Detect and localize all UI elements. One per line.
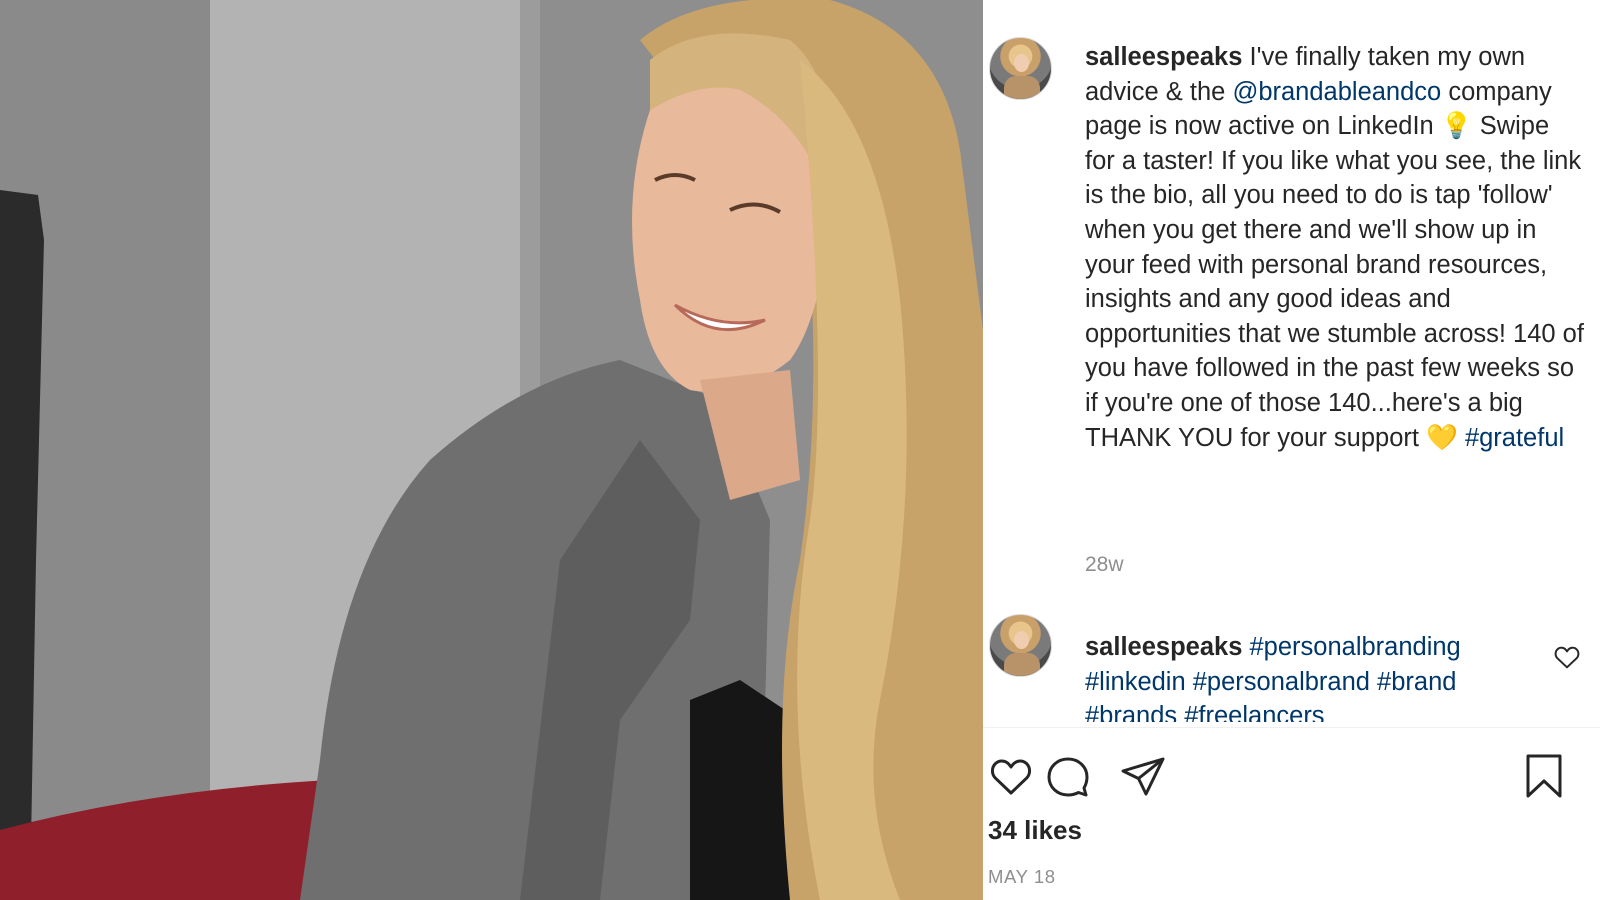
- like-button[interactable]: [987, 752, 1035, 800]
- avatar-face: [1014, 631, 1029, 649]
- heart-outline-icon: [990, 759, 1032, 795]
- small-heart-icon[interactable]: [1554, 645, 1580, 669]
- share-button[interactable]: [1119, 752, 1167, 800]
- photo-illustration: [0, 0, 983, 900]
- actions-divider: [983, 727, 1600, 728]
- post-caption: salleespeaks I've finally taken my own a…: [1085, 40, 1585, 455]
- post-date[interactable]: MAY 18: [988, 866, 1056, 888]
- caption-author-link[interactable]: salleespeaks: [1085, 43, 1242, 71]
- bookmark-icon: [1526, 754, 1562, 798]
- comment-item: salleespeaks #personalbranding #linkedin…: [1085, 630, 1555, 722]
- caption-mention-link[interactable]: @brandableandco: [1232, 78, 1441, 106]
- comment-author-avatar[interactable]: [989, 614, 1052, 677]
- paper-plane-icon: [1121, 757, 1165, 796]
- lightbulb-emoji: 💡: [1440, 112, 1473, 141]
- caption-timestamp[interactable]: 28w: [1085, 553, 1124, 577]
- caption-text-part3: Swipe for a taster! If you like what you…: [1085, 112, 1584, 452]
- comment-button[interactable]: [1043, 752, 1091, 800]
- avatar-face: [1014, 54, 1029, 72]
- post-photo[interactable]: [0, 0, 983, 900]
- post-side-panel: salleespeaks I've finally taken my own a…: [983, 0, 1600, 900]
- avatar-coat: [1004, 76, 1040, 99]
- comment-author-link[interactable]: salleespeaks: [1085, 633, 1242, 661]
- caption-hashtag-link[interactable]: #grateful: [1465, 424, 1564, 452]
- save-button[interactable]: [1520, 752, 1568, 800]
- speech-bubble-icon: [1047, 757, 1089, 797]
- yellow-heart-emoji: 💛: [1426, 423, 1458, 452]
- likes-count[interactable]: 34 likes: [988, 815, 1082, 846]
- avatar-coat: [1004, 653, 1040, 676]
- author-avatar[interactable]: [989, 37, 1052, 100]
